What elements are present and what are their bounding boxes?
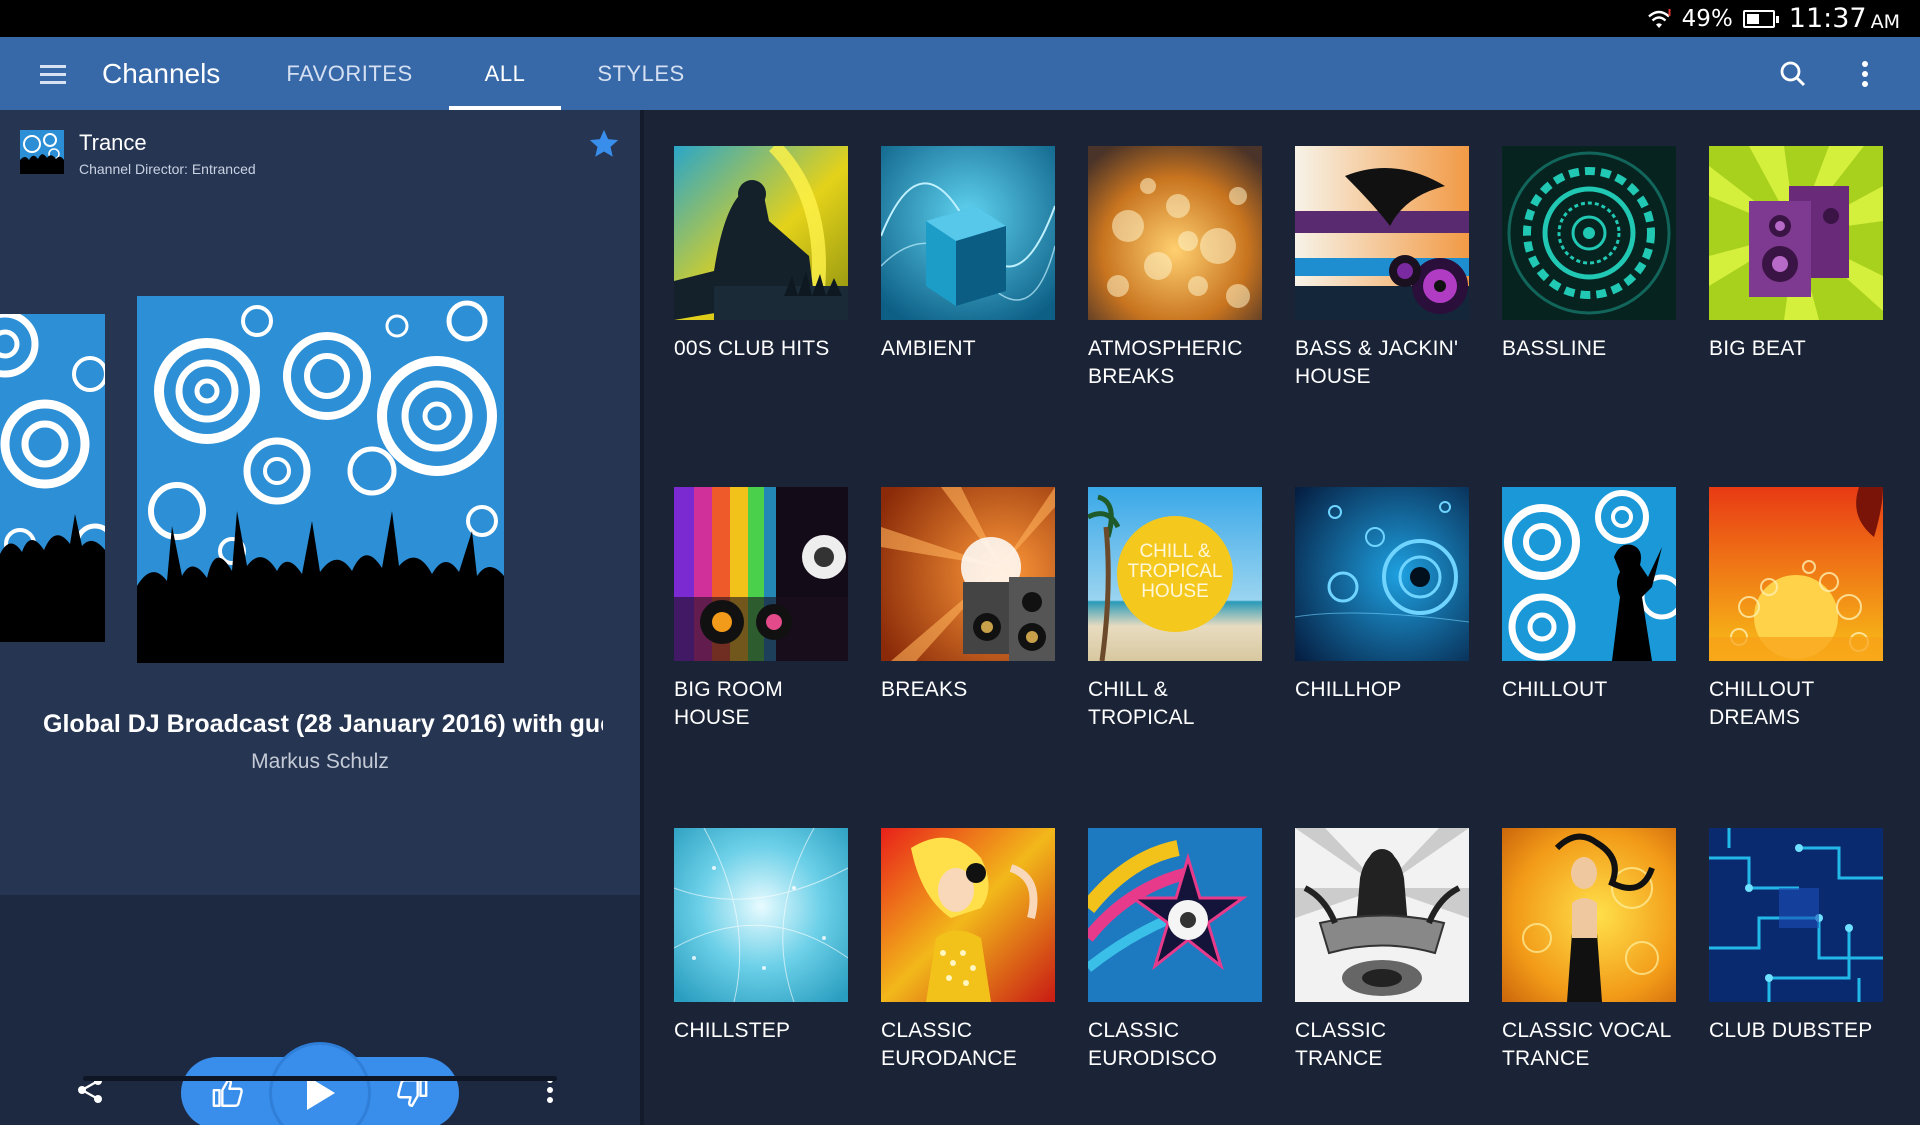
tab-styles[interactable]: STYLES [561,37,720,110]
channel-artwork [881,828,1055,1002]
channel-label: CHILLOUT [1502,678,1608,701]
channel-tile[interactable]: CLASSIC VOCAL TRANCE [1502,828,1676,1073]
channel-tile[interactable]: CLASSIC TRANCE [1295,828,1469,1073]
channel-tile[interactable]: 00S CLUB HITS [674,146,848,363]
channel-artwork [881,146,1055,320]
channel-tile[interactable]: AMBIENT [881,146,1055,363]
tab-all[interactable]: ALL [448,37,562,110]
channel-artwork [1295,146,1469,320]
channel-tile[interactable]: BREAKS [881,487,1055,704]
tab-favorites[interactable]: FAVORITES [250,37,448,110]
thumbs-down-icon [397,1079,428,1107]
favorite-button[interactable] [587,127,621,161]
channel-label: CLASSIC EURODISCO [1088,1019,1217,1070]
channel-tile[interactable]: BASSLINE [1502,146,1676,363]
search-button[interactable] [1768,49,1818,99]
page-title: Channels [102,57,221,89]
channel-label: CLASSIC TRANCE [1295,1019,1387,1070]
overflow-menu-button[interactable] [1840,49,1890,99]
previous-artwork[interactable] [0,314,105,642]
channel-name: Trance [79,130,147,155]
playback-progress-bar[interactable] [83,1076,557,1081]
album-artwork [137,296,504,663]
channel-artwork [1709,487,1883,661]
channel-label: CLUB DUBSTEP [1709,1019,1873,1042]
status-bar: 49% 11:37 AM [0,0,1920,37]
channel-artwork [1295,487,1469,661]
now-playing-panel: Trance Channel Director: Entranced Globa… [0,110,640,1125]
channel-artwork [1295,828,1469,1002]
channel-label: BIG ROOM HOUSE [674,678,783,729]
channel-artwork [1502,487,1676,661]
channel-tile[interactable]: CHILL & TROPICAL HOUSE CHILL & TROPICAL [1088,487,1262,732]
channel-artwork [1709,146,1883,320]
channel-tile[interactable]: BIG BEAT [1709,146,1883,363]
channel-label: CHILLSTEP [674,1019,791,1042]
channel-label: BASSLINE [1502,337,1607,360]
channel-label: CLASSIC VOCAL TRANCE [1502,1019,1671,1070]
hamburger-icon [40,64,66,84]
more-vert-icon [1862,60,1868,87]
tab-bar: FAVORITES ALL STYLES [250,37,720,110]
channel-tile[interactable]: CLASSIC EURODANCE [881,828,1055,1073]
channel-tile[interactable]: CHILLOUT DREAMS [1709,487,1883,732]
menu-button[interactable] [26,47,80,101]
battery-percent: 49% [1681,5,1733,32]
channel-tile[interactable]: BIG ROOM HOUSE [674,487,848,732]
battery-icon [1742,9,1779,28]
channel-artwork [881,487,1055,661]
channel-label: 00S CLUB HITS [674,337,830,360]
app-root: 49% 11:37 AM Channels FAVORITES ALL STYL… [0,0,1920,1125]
channel-tile[interactable]: CHILLHOP [1295,487,1469,704]
channel-artwork [674,828,848,1002]
channel-artwork [1502,828,1676,1002]
channel-tile[interactable]: CHILLSTEP [674,828,848,1045]
channel-artwork [1088,146,1262,320]
channel-tile[interactable]: CLUB DUBSTEP [1709,828,1883,1045]
clock-ampm: AM [1870,10,1900,33]
channel-tile[interactable]: ATMOSPHERIC BREAKS [1088,146,1262,391]
channel-label: AMBIENT [881,337,976,360]
channel-tile[interactable]: BASS & JACKIN' HOUSE [1295,146,1469,391]
channel-label: CHILLHOP [1295,678,1402,701]
app-bar: Channels FAVORITES ALL STYLES [0,37,1920,110]
channel-tile[interactable]: CLASSIC EURODISCO [1088,828,1262,1073]
channel-artwork [1088,828,1262,1002]
channel-label: BASS & JACKIN' HOUSE [1295,337,1459,388]
wifi-icon [1647,8,1671,28]
channel-grid: 00S CLUB HITS AMBIENT ATMOSPHERIC BREAKS… [644,110,1920,1125]
star-icon [589,129,619,157]
clock-time: 11:37 [1788,3,1867,34]
thumbs-up-icon [212,1079,243,1107]
track-title: Global DJ Broadcast (28 January 2016) wi… [43,710,603,738]
channel-artwork [674,487,848,661]
channel-artwork [674,146,848,320]
channel-label: BREAKS [881,678,968,701]
channel-tile[interactable]: CHILLOUT [1502,487,1676,704]
channel-thumbnail [20,130,64,174]
player-controls [0,895,640,1125]
channel-label: CHILLOUT DREAMS [1709,678,1815,729]
channel-artwork [1502,146,1676,320]
channel-label: CLASSIC EURODANCE [881,1019,1017,1070]
chill-tropical-badge: CHILL & TROPICAL HOUSE [1127,541,1222,602]
channel-label: BIG BEAT [1709,337,1806,360]
channel-artwork [1709,828,1883,1002]
channel-label: ATMOSPHERIC BREAKS [1088,337,1243,388]
channel-artwork: CHILL & TROPICAL HOUSE [1088,487,1262,661]
search-icon [1780,61,1806,86]
channel-header: Trance Channel Director: Entranced [0,110,640,190]
track-artist: Markus Schulz [251,750,389,773]
channel-director: Channel Director: Entranced [79,161,256,177]
channel-label: CHILL & TROPICAL [1088,678,1195,729]
